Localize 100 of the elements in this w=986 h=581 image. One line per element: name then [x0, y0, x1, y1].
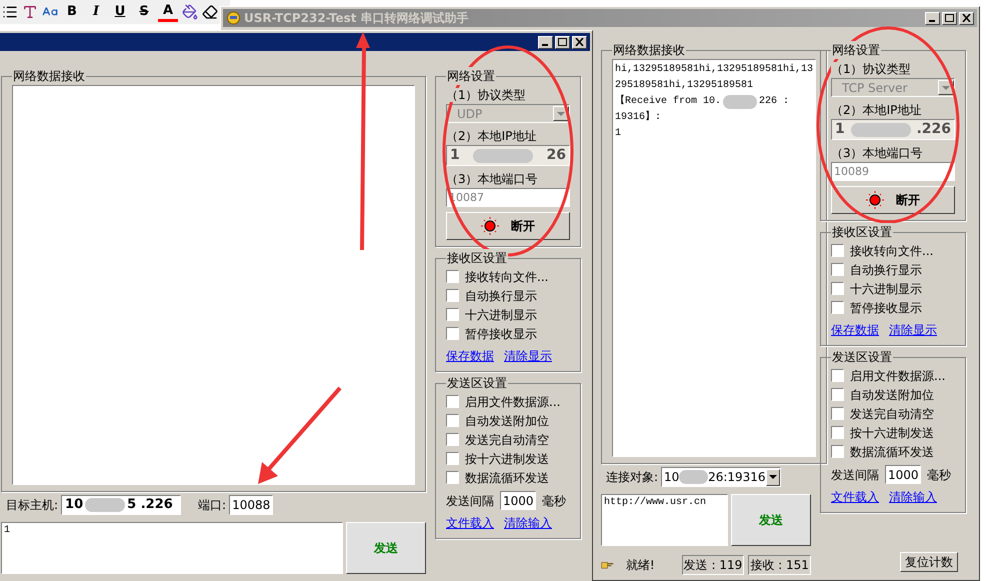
port-field[interactable]: 10089 — [831, 162, 955, 181]
checkbox-label: 按十六进制发送 — [850, 424, 934, 442]
send-input[interactable]: http://www.usr.cn — [601, 494, 728, 546]
send-input[interactable]: 1 — [1, 522, 343, 574]
reset-button[interactable]: 复位计数 — [900, 552, 958, 572]
link[interactable]: 清除输入 — [889, 488, 937, 506]
checkbox[interactable] — [446, 452, 459, 465]
caret-icon — [768, 475, 777, 479]
eraser-icon[interactable] — [202, 4, 218, 20]
blurred-area — [723, 95, 758, 109]
checkbox-label: 自动换行显示 — [465, 288, 537, 304]
caret-icon — [942, 86, 950, 90]
field-label: 连接对象: — [606, 469, 658, 486]
checkbox[interactable] — [831, 388, 844, 401]
checkbox[interactable] — [446, 308, 459, 321]
checkbox[interactable] — [831, 263, 844, 276]
window-button[interactable] — [555, 36, 570, 48]
link[interactable]: 文件载入 — [831, 488, 879, 506]
checkbox-label: 接收转向文件... — [850, 242, 934, 260]
link[interactable]: 清除显示 — [889, 321, 937, 339]
checkbox-label: 数据流循环发送 — [850, 444, 934, 460]
maximize-icon — [945, 14, 954, 22]
ip-field[interactable]: 1 .226 — [831, 119, 955, 140]
send-button[interactable]: 发送 — [731, 494, 811, 546]
checkbox-label: 发送完自动清空 — [850, 406, 934, 422]
checkbox[interactable] — [831, 282, 844, 295]
close-icon — [962, 14, 971, 22]
interval-label: 发送间隔 — [831, 466, 879, 484]
checkbox-label: 接收转向文件... — [465, 268, 548, 286]
send-button[interactable]: 发送 — [346, 522, 426, 574]
checkbox-label: 十六进制显示 — [465, 306, 537, 324]
received-text: 【Receive from 10. 226 : — [615, 94, 790, 110]
window-button[interactable] — [959, 12, 974, 24]
interval-field[interactable]: 1000 — [500, 491, 536, 510]
link[interactable]: 清除显示 — [504, 347, 552, 365]
group-title: 接收区设置 — [446, 249, 508, 267]
checkbox[interactable] — [446, 395, 459, 408]
checkbox[interactable] — [446, 270, 459, 283]
checkbox[interactable] — [831, 407, 844, 420]
window-button[interactable] — [572, 36, 587, 48]
field-label: （2）本地IP地址 — [446, 128, 538, 145]
dropdown-button[interactable] — [766, 468, 780, 486]
field-label: 端口: — [198, 497, 226, 514]
group-title: 接收区设置 — [831, 223, 893, 241]
receive-area[interactable]: hi,13295189581hi,13295189581hi,13 295189581hi,13295189581 【Receive from 10. 226 : 19316】: 1 — [612, 59, 816, 457]
checkbox-label: 启用文件数据源... — [465, 394, 560, 410]
unit-label: 毫秒 — [927, 466, 951, 484]
blurred-area — [473, 148, 534, 162]
disconnect-button[interactable]: 断开 — [446, 212, 570, 240]
link[interactable]: 文件载入 — [446, 514, 494, 532]
checkbox-label: 暂停接收显示 — [465, 326, 537, 342]
connection-select[interactable]: 10 26:19316 — [661, 467, 782, 487]
checkbox-label: 数据流循环发送 — [465, 470, 549, 486]
checkbox-label: 自动发送附加位 — [850, 386, 934, 404]
field-label: 目标主机: — [6, 497, 58, 514]
checkbox[interactable] — [831, 445, 844, 458]
interval-field[interactable]: 1000 — [885, 465, 921, 484]
group-title: 网络数据接收 — [12, 67, 86, 85]
group-title: 网络设置 — [831, 41, 881, 59]
blurred-area — [679, 470, 708, 484]
disconnect-button[interactable]: 断开 — [831, 186, 955, 214]
link[interactable]: 清除输入 — [504, 514, 552, 532]
window-button[interactable] — [925, 12, 940, 24]
checkbox-label: 自动发送附加位 — [465, 412, 549, 430]
window-button[interactable] — [538, 36, 553, 48]
caret-icon — [557, 112, 565, 116]
field-label: （3）本地端口号 — [446, 171, 539, 188]
format-button[interactable]: A — [158, 2, 178, 22]
checkbox[interactable] — [446, 471, 459, 484]
maximize-icon — [558, 38, 567, 46]
field-label: （3）本地端口号 — [831, 145, 924, 162]
checkbox-label: 暂停接收显示 — [850, 300, 922, 316]
ip-field[interactable]: 1 26 — [446, 145, 570, 166]
checkbox[interactable] — [831, 244, 844, 257]
received-text: 19316】: — [615, 110, 662, 125]
checkbox[interactable] — [446, 433, 459, 446]
format-button[interactable]: U — [110, 2, 130, 22]
checkbox-label: 启用文件数据源... — [850, 368, 946, 384]
status-light-icon — [866, 191, 884, 209]
format-button[interactable]: I — [86, 2, 106, 22]
text-style-icon[interactable] — [22, 4, 38, 20]
checkbox[interactable] — [446, 414, 459, 427]
paint-bucket-icon[interactable] — [182, 4, 198, 20]
format-button[interactable]: S — [134, 2, 154, 22]
checkbox-label: 发送完自动清空 — [465, 432, 549, 448]
port-field[interactable]: 10088 — [229, 495, 274, 515]
field-label: （2）本地IP地址 — [831, 102, 922, 119]
link[interactable]: 保存数据 — [446, 347, 494, 365]
interval-label: 发送间隔 — [446, 492, 494, 510]
received-text: 1 — [615, 127, 622, 141]
checkbox[interactable] — [831, 369, 844, 382]
window-button[interactable] — [942, 12, 957, 24]
format-button[interactable]: B — [62, 2, 82, 22]
status-light-icon — [481, 217, 499, 235]
host-field[interactable]: 10 5 .226 — [61, 495, 182, 515]
checkbox[interactable] — [831, 426, 844, 439]
checkbox[interactable] — [446, 289, 459, 302]
link[interactable]: 保存数据 — [831, 321, 879, 339]
checkbox[interactable] — [831, 301, 844, 314]
checkbox[interactable] — [446, 327, 459, 340]
